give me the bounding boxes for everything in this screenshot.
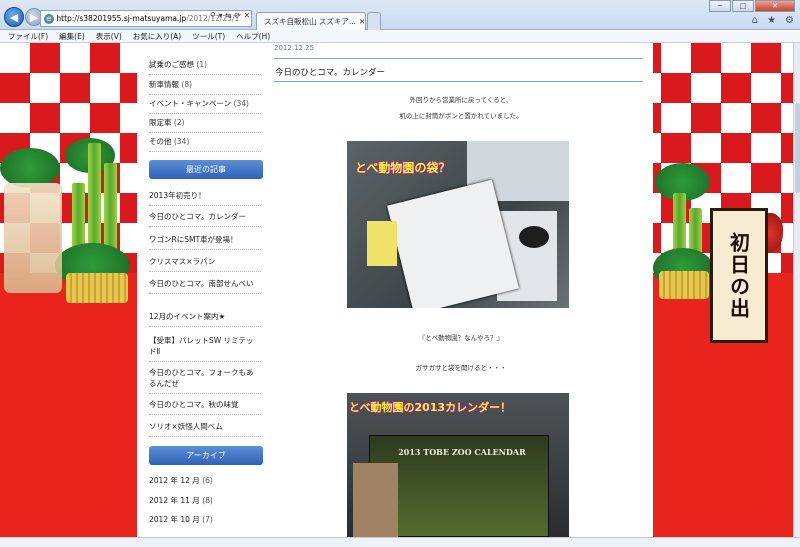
divider — [274, 81, 643, 82]
sidebar-category-item[interactable]: イベント・キャンペーン (34) — [149, 98, 261, 114]
recent-post-link[interactable]: ソリオ×妖怪人間べム — [149, 421, 261, 437]
recent-post-link[interactable]: クリスマス×ラパン — [149, 256, 261, 272]
category-label: 試乗のご感想 — [149, 60, 194, 69]
home-icon[interactable]: ⌂ — [752, 15, 758, 26]
back-button[interactable]: ◀ — [4, 7, 24, 27]
divider — [274, 58, 643, 59]
scrollbar-thumb[interactable] — [795, 103, 800, 193]
archive-heading: アーカイブ — [149, 446, 263, 465]
menu-item[interactable]: 編集(E) — [59, 31, 85, 42]
menu-item[interactable]: 表示(V) — [96, 31, 122, 42]
tab-title: スズキ自販松山 スズキア... — [264, 17, 357, 26]
sidebar: 試乗のご感想 (1) 新車情報 (8) イベント・キャンペーン (34) 限定車 (2… — [137, 43, 269, 537]
photo-zoo-envelope: とべ動物園の袋？ — [347, 141, 569, 308]
category-label: 新車情報 — [149, 80, 179, 89]
archive-count: (8) — [202, 496, 213, 505]
new-year-decoration-left — [0, 43, 137, 537]
photo2-caption: とべ動物園の2013カレンダー！ — [349, 401, 512, 414]
recent-post-link[interactable]: 今日のひとコマ。南部せんべい — [149, 278, 261, 294]
browser-titlebar: ◀ ▶ e http://s38201955.sj-matsuyama.jp/2… — [0, 0, 800, 30]
back-arrow-icon: ◀ — [9, 10, 19, 24]
archive-label: 2012 年 11 月 — [149, 496, 200, 505]
recent-post-link[interactable]: 今日のひとコマ。フォークもあるんだぜ — [149, 367, 261, 394]
category-label: イベント・キャンペーン — [149, 99, 232, 108]
post-date: 2012.12.25 — [274, 44, 315, 52]
favorites-star-icon[interactable]: ★ — [767, 15, 776, 26]
sidebar-category-item[interactable]: 新車情報 (8) — [149, 79, 261, 95]
status-bar — [0, 537, 800, 547]
maximize-button[interactable]: □ — [732, 0, 754, 12]
recent-posts-heading: 最近の記事 — [149, 160, 263, 179]
post-text-line: 外回りから営業所に戻ってくると、 — [409, 96, 513, 104]
toolbar-right-icons: ⌂ ★ ⚙ — [752, 15, 794, 26]
menu-item[interactable]: お気に入り(A) — [133, 31, 181, 42]
recent-post-link[interactable]: 2013年初売り！ — [149, 190, 261, 206]
close-window-button[interactable]: ✕ — [755, 0, 795, 12]
recent-post-link[interactable]: 12月のイベント案内★ — [149, 311, 261, 327]
menu-item[interactable]: ファイル(F) — [8, 31, 48, 42]
sidebar-category-item[interactable]: 試乗のご感想 (1) — [149, 59, 261, 75]
photo1-caption: とべ動物園の袋？ — [355, 161, 451, 175]
sidebar-category-item[interactable]: 限定車 (2) — [149, 117, 261, 133]
new-tab-button[interactable] — [367, 12, 381, 30]
ukiyoe-figures-image — [4, 183, 62, 293]
post-text-line: 『とべ動物園？なんやろ？』 — [418, 334, 504, 342]
address-host: http://s38201955.sj-matsuyama.jp — [56, 14, 187, 23]
menu-bar: ファイル(F) 編集(E) 表示(V) お気に入り(A) ツール(T) ヘルプ(H) — [0, 30, 800, 43]
window-controls: ─ □ ✕ — [709, 0, 795, 12]
post-title[interactable]: 今日のひとコマ。カレンダー — [275, 66, 385, 78]
settings-gear-icon[interactable]: ⚙ — [785, 15, 794, 26]
minimize-button[interactable]: ─ — [709, 0, 731, 12]
category-count: (2) — [173, 118, 185, 127]
page-favicon-icon: e — [44, 13, 54, 24]
archive-month-link[interactable]: 2012 年 11 月 (8) — [149, 495, 261, 510]
tab-close-icon[interactable]: ✕ — [359, 17, 365, 26]
archive-count: (7) — [202, 515, 213, 524]
page-viewport: 初日の出 試乗のご感想 (1) 新車情報 (8) イベント・キャンペーン (34) 限… — [0, 43, 793, 537]
archive-count: (6) — [202, 476, 213, 485]
menu-item[interactable]: ツール(T) — [192, 31, 225, 42]
recent-post-link[interactable]: 【受車】パレットSW リミテッドⅡ — [149, 335, 261, 362]
recent-post-link[interactable]: 今日のひとコマ。秋の味覚 — [149, 399, 261, 415]
vertical-scrollbar[interactable] — [793, 43, 800, 537]
browser-tab-active[interactable]: スズキ自販松山 スズキア... ✕ — [256, 12, 366, 30]
forward-arrow-icon: ▶ — [29, 10, 39, 24]
photo-zoo-calendar: 2013 TOBE ZOO CALENDAR とべ動物園の2013カレンダー！ — [347, 393, 569, 537]
archive-label: 2012 年 10 月 — [149, 515, 200, 524]
archive-label: 2012 年 12 月 — [149, 476, 200, 485]
category-label: その他 — [149, 137, 172, 146]
archive-month-link[interactable]: 2012 年 12 月 (6) — [149, 475, 261, 490]
category-label: 限定車 — [149, 118, 172, 127]
category-count: (34) — [173, 137, 190, 146]
calendar-cover-text: 2013 TOBE ZOO CALENDAR — [398, 447, 526, 457]
address-controls[interactable]: ⚲ ▾ ⇆ ⟳ ✕ — [210, 11, 250, 20]
post-content: 2012.12.25 今日のひとコマ。カレンダー 外回りから営業所に戻ってくると… — [269, 43, 653, 537]
post-text-line: 机の上に封筒がポンと置かれていました。 — [399, 112, 523, 120]
archive-month-link[interactable]: 2012 年 10 月 (7) — [149, 514, 261, 529]
category-count: (34) — [233, 99, 249, 108]
post-text-line: ガサガサと袋を開けると・・・ — [415, 364, 507, 372]
category-count: (8) — [181, 80, 193, 89]
menu-item[interactable]: ヘルプ(H) — [236, 31, 270, 42]
recent-post-link[interactable]: 今日のひとコマ。カレンダー — [149, 211, 261, 227]
recent-post-link[interactable]: ワゴンRにSMT車が登場！ — [149, 234, 261, 250]
category-count: (1) — [196, 60, 208, 69]
hatsuhinode-sign: 初日の出 — [710, 208, 768, 343]
sidebar-category-item[interactable]: その他 (34) — [149, 136, 261, 152]
